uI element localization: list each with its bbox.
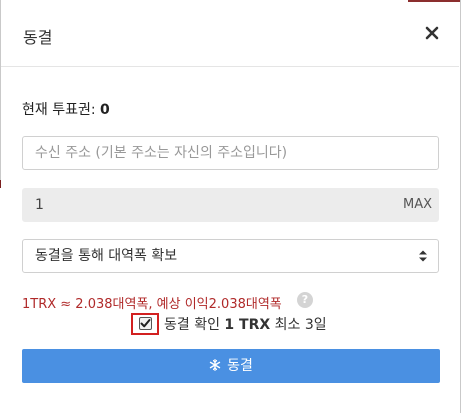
max-button[interactable]: MAX — [403, 189, 432, 221]
freeze-button-label: 동결 — [227, 358, 253, 374]
exchange-rate-text: 1TRX ≈ 2.038대역폭, 예상 이익2.038대역폭 — [22, 297, 282, 312]
resource-select-value: 동결을 통해 대역폭 확보 — [35, 248, 178, 264]
receive-address-input[interactable]: 수신 주소 (기본 주소는 자신의 주소입니다) — [22, 136, 439, 170]
ballot-label: 현재 투표권: — [22, 102, 101, 118]
confirm-suffix: 최소 3일 — [270, 317, 327, 333]
confirm-amount: 1 TRX — [224, 317, 271, 333]
select-arrows-icon — [419, 250, 427, 262]
confirm-checkbox[interactable] — [139, 317, 152, 330]
amount-row: 1 MAX — [22, 188, 439, 222]
freeze-button-content: 동결 — [22, 349, 440, 383]
modal-header: 동결 — [1, 2, 459, 67]
resource-select[interactable]: 동결을 통해 대역폭 확보 — [22, 239, 439, 273]
close-icon[interactable] — [421, 22, 443, 44]
checkmark-icon — [140, 319, 151, 328]
help-icon[interactable]: ? — [297, 292, 313, 308]
modal-title: 동결 — [23, 28, 53, 47]
ballot-count: 0 — [100, 102, 110, 118]
confirm-label: 동결 확인 1 TRX 최소 3일 — [164, 314, 327, 334]
freeze-button[interactable]: 동결 — [22, 349, 440, 383]
freeze-modal: 동결 현재 투표권: 0 수신 주소 (기본 주소는 자신의 주소입니다) 1 … — [1, 2, 459, 413]
snowflake-icon — [209, 359, 221, 371]
ballot-info: 현재 투표권: 0 — [22, 99, 110, 119]
amount-input[interactable]: 1 — [35, 189, 44, 221]
confirm-prefix: 동결 확인 — [164, 317, 225, 333]
